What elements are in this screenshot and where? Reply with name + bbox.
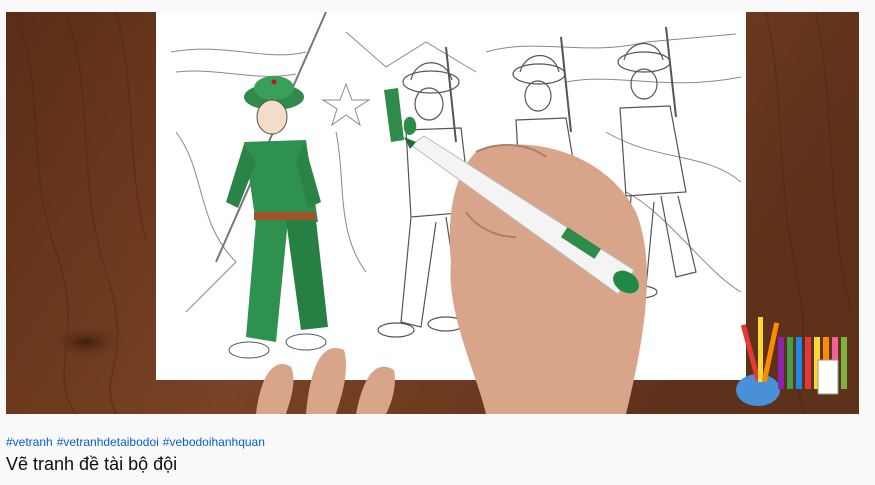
- wood-knot: [41, 322, 131, 362]
- video-title: Vẽ tranh đề tài bộ đội: [6, 454, 178, 474]
- hashtag-link-vetranh[interactable]: #vetranh: [6, 435, 53, 449]
- video-thumbnail[interactable]: [6, 12, 859, 414]
- video-player[interactable]: [6, 12, 859, 414]
- hashtag-link-vetranhdetaibodoi[interactable]: #vetranhdetaibodoi: [57, 435, 159, 449]
- hashtag-list: #vetranh #vetranhdetaibodoi #vebodoihanhqu…: [6, 435, 269, 449]
- page: #vetranh #vetranhdetaibodoi #vebodoihanhqu…: [0, 0, 875, 485]
- hashtag-link-vebodoihanhquan[interactable]: #vebodoihanhquan: [163, 435, 265, 449]
